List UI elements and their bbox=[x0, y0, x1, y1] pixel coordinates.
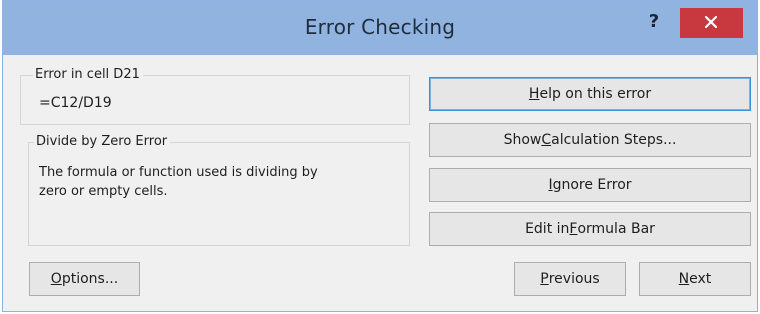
error-description-line: zero or empty cells. bbox=[39, 184, 168, 199]
error-description: The formula or function used is dividing… bbox=[39, 163, 318, 201]
options-button[interactable]: Options... bbox=[29, 262, 140, 296]
button-text: elp on this error bbox=[539, 86, 652, 102]
button-accel: H bbox=[528, 86, 540, 102]
button-accel: N bbox=[678, 271, 690, 287]
formula-text: =C12/D19 bbox=[39, 95, 112, 111]
previous-button[interactable]: Previous bbox=[514, 262, 626, 296]
title-bar: Error Checking ? bbox=[3, 1, 757, 55]
button-text: ext bbox=[689, 271, 712, 287]
edit-in-formula-bar-button[interactable]: Edit in Formula Bar bbox=[429, 212, 751, 246]
error-cell-label: Error in cell D21 bbox=[33, 67, 143, 82]
button-text: Edit in bbox=[525, 221, 570, 237]
error-description-line: The formula or function used is dividing… bbox=[39, 165, 318, 180]
help-on-error-button[interactable]: Help on this error bbox=[429, 77, 751, 111]
button-text: revious bbox=[548, 271, 600, 287]
error-checking-dialog: Error Checking ? Error in cell D21 =C12/… bbox=[2, 0, 758, 312]
button-text: ptions... bbox=[61, 271, 119, 287]
ignore-error-button[interactable]: Ignore Error bbox=[429, 168, 751, 202]
button-accel: O bbox=[50, 271, 62, 287]
next-button[interactable]: Next bbox=[639, 262, 751, 296]
close-icon bbox=[704, 15, 718, 29]
help-button[interactable]: ? bbox=[643, 11, 665, 37]
close-button[interactable] bbox=[680, 8, 743, 38]
button-text: ormula Bar bbox=[577, 221, 655, 237]
error-type-label: Divide by Zero Error bbox=[34, 134, 171, 149]
show-calculation-steps-button[interactable]: Show Calculation Steps... bbox=[429, 123, 751, 157]
button-text: alculation Steps... bbox=[551, 132, 677, 148]
button-text: Show bbox=[503, 132, 542, 148]
button-accel: P bbox=[540, 271, 549, 287]
button-accel: F bbox=[569, 221, 578, 237]
button-text: gnore Error bbox=[552, 177, 632, 193]
button-accel: C bbox=[541, 132, 552, 148]
